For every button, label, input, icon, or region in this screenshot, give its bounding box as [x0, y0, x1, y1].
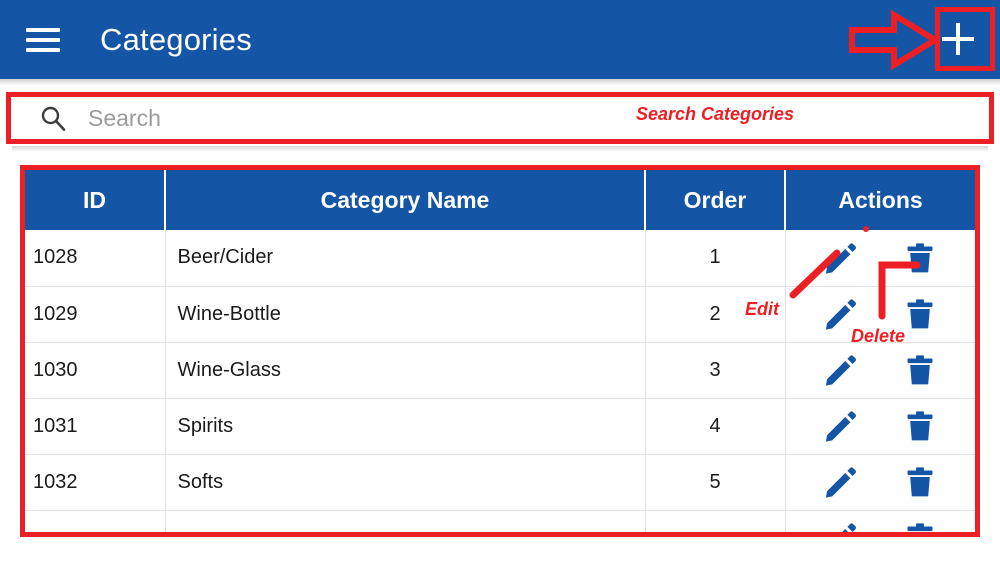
trash-icon[interactable] — [903, 241, 937, 275]
trash-icon[interactable] — [903, 465, 937, 499]
hamburger-menu-icon[interactable] — [26, 27, 60, 52]
categories-screen: Categories Search Categories ID — [0, 0, 1000, 562]
trash-icon[interactable] — [903, 353, 937, 387]
table-row[interactable]: 1030 Wine-Glass 3 — [25, 342, 975, 399]
hamburger-bar-2 — [26, 37, 60, 42]
cell-id: 1030 — [25, 342, 166, 399]
cell-id — [25, 510, 166, 532]
trash-icon[interactable] — [903, 297, 937, 331]
cell-actions — [785, 398, 975, 455]
trash-icon[interactable] — [903, 521, 937, 532]
pencil-icon[interactable] — [823, 353, 857, 387]
cell-actions — [785, 342, 975, 399]
search-input[interactable] — [88, 104, 994, 132]
cell-name — [165, 510, 646, 532]
cell-name: Spirits — [165, 398, 646, 455]
table-row[interactable] — [25, 510, 975, 532]
pencil-icon[interactable] — [823, 521, 857, 532]
table-row[interactable]: 1031 Spirits 4 — [25, 398, 975, 455]
cell-actions — [785, 454, 975, 511]
trash-icon[interactable] — [903, 409, 937, 443]
edit-annotation-label: Edit — [745, 299, 779, 319]
column-header-order[interactable]: Order — [645, 170, 786, 230]
cell-name: Beer/Cider — [165, 230, 646, 287]
plus-icon-vertical — [956, 23, 960, 55]
pencil-icon[interactable] — [823, 409, 857, 443]
column-header-id[interactable]: ID — [25, 170, 166, 230]
page-title: Categories — [100, 22, 252, 57]
table-row[interactable]: 1028 Beer/Cider 1 — [25, 230, 975, 287]
column-header-name[interactable]: Category Name — [165, 170, 646, 230]
cell-actions — [785, 510, 975, 532]
app-bar-shadow — [0, 79, 1000, 85]
app-bar: Categories — [0, 0, 1000, 79]
cell-actions — [785, 230, 975, 287]
cell-name: Wine-Glass — [165, 342, 646, 399]
cell-order: 3 — [645, 342, 786, 399]
table-header-row: ID Category Name Order Actions — [25, 170, 975, 230]
delete-annotation-label: Delete — [851, 326, 906, 346]
add-category-button[interactable] — [930, 11, 986, 67]
table-row[interactable]: 1032 Softs 5 — [25, 454, 975, 511]
cell-order — [645, 510, 786, 532]
cell-order: 1 — [645, 230, 786, 287]
cell-id: 1032 — [25, 454, 166, 511]
pencil-icon[interactable] — [823, 465, 857, 499]
pencil-icon[interactable] — [823, 241, 857, 275]
search-bar[interactable] — [6, 92, 994, 144]
categories-table: ID Category Name Order Actions 1028 Beer/… — [25, 170, 975, 532]
cell-name: Wine-Bottle — [165, 286, 646, 343]
hamburger-bar-1 — [26, 27, 60, 32]
cell-id: 1028 — [25, 230, 166, 287]
search-icon — [41, 106, 66, 131]
table-row[interactable]: 1029 Wine-Bottle 2 — [25, 286, 975, 343]
cell-order: 4 — [645, 398, 786, 455]
search-bar-shadow — [12, 146, 988, 152]
categories-table-body: 1028 Beer/Cider 1 1029 Wine-Bottle 2 1030 Wine-… — [25, 230, 975, 532]
hamburger-bar-3 — [26, 47, 60, 52]
cell-name: Softs — [165, 454, 646, 511]
cell-order: 5 — [645, 454, 786, 511]
cell-id: 1031 — [25, 398, 166, 455]
categories-table-container: ID Category Name Order Actions 1028 Beer/… — [25, 170, 975, 532]
column-header-actions: Actions — [785, 170, 975, 230]
cell-id: 1029 — [25, 286, 166, 343]
